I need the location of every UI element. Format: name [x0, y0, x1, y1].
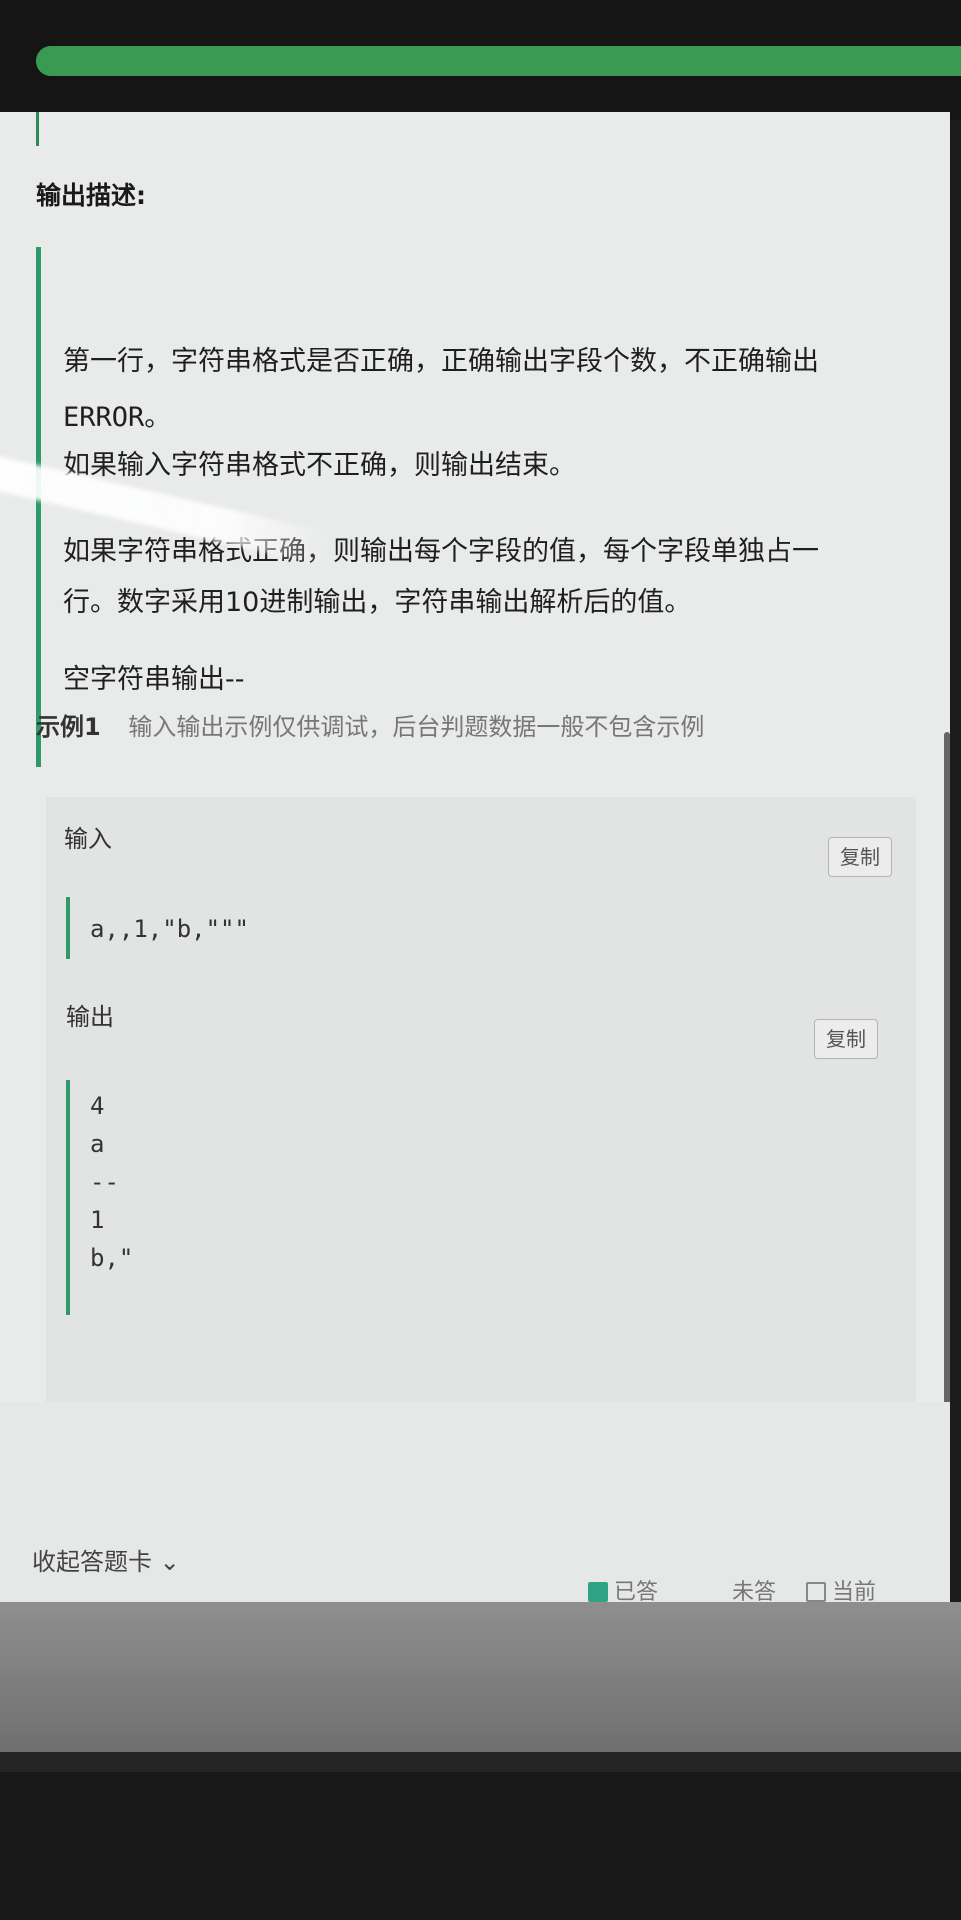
input-label: 输入 [64, 825, 112, 853]
output-label: 输出 [66, 1003, 114, 1031]
example-note: 输入输出示例仅供调试，后台判题数据一般不包含示例 [128, 713, 705, 741]
laptop-chin [0, 1602, 961, 1752]
progress-bar [36, 46, 961, 76]
screen-bezel-top [0, 0, 961, 120]
output-code-line: -- [90, 1168, 119, 1196]
scrollbar[interactable] [944, 732, 950, 1512]
input-code-block: a,,1,"b,""" [66, 897, 896, 959]
output-code-line: 4 [90, 1092, 105, 1120]
page-content: 输出描述: 第一行，字符串格式是否正确，正确输出字段个数，不正确输出 ERROR… [0, 112, 950, 1602]
answer-card: 收起答题卡 ⌄ 已答 未答 当前 例1 例2 1 2 3 [0, 1402, 950, 1602]
output-code-line: a [90, 1130, 105, 1158]
legend-answered: 已答 [588, 1574, 658, 1602]
legend-unanswered-label: 未答 [732, 1580, 777, 1602]
answered-swatch-icon [588, 1582, 608, 1602]
copy-output-button[interactable]: 复制 [814, 1019, 878, 1059]
example-title: 示例1 [36, 713, 101, 741]
legend-current-label: 当前 [832, 1580, 877, 1602]
desc-line: ERROR。 [63, 402, 172, 433]
legend-answered-label: 已答 [614, 1580, 659, 1602]
keyboard-edge [0, 1752, 961, 1772]
desc-line: 如果字符串格式正确，则输出每个字段的值，每个字段单独占一 [63, 536, 819, 567]
collapse-answer-card-button[interactable]: 收起答题卡 ⌄ [32, 1542, 180, 1577]
copy-input-button[interactable]: 复制 [828, 837, 892, 877]
current-swatch-icon [806, 1582, 826, 1602]
legend-unanswered: 未答 [732, 1574, 776, 1602]
progress-bar-fill [36, 46, 961, 76]
output-code-line: b," [90, 1244, 134, 1272]
output-description-title: 输出描述: [36, 181, 146, 210]
example-header: 示例1 输入输出示例仅供调试，后台判题数据一般不包含示例 [36, 707, 704, 742]
output-code-line: 1 [90, 1206, 105, 1234]
desc-line: 空字符串输出-- [63, 664, 245, 695]
top-accent-rail [36, 112, 39, 146]
output-code-block: 4 a -- 1 b," [66, 1080, 896, 1315]
desc-line: 行。数字采用10进制输出，字符串输出解析后的值。 [63, 587, 692, 618]
legend-current: 当前 [806, 1574, 876, 1602]
desc-line: 如果输入字符串格式不正确，则输出结束。 [63, 450, 576, 481]
desc-line: 第一行，字符串格式是否正确，正确输出字段个数，不正确输出 [63, 346, 819, 377]
input-code-line: a,,1,"b,""" [90, 915, 249, 943]
example-panel: 输入 复制 a,,1,"b,""" 输出 复制 4 a -- 1 b," [46, 797, 916, 1497]
